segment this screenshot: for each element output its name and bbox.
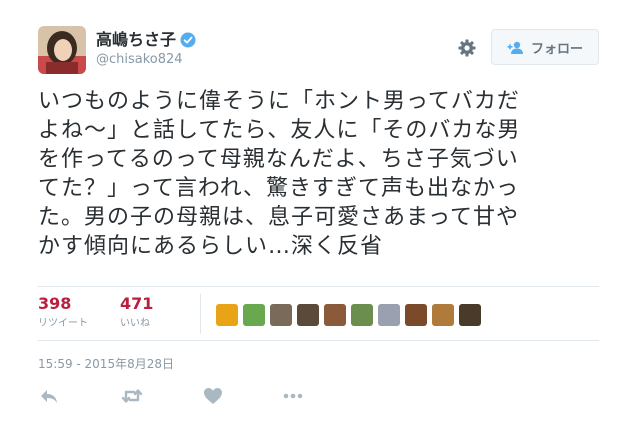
liker-avatar-1[interactable] [216, 304, 238, 326]
liker-avatar-2[interactable] [243, 304, 265, 326]
liker-avatar-3[interactable] [270, 304, 292, 326]
liker-avatars [216, 304, 486, 326]
retweet-stat[interactable]: 398 リツイート [38, 294, 88, 331]
display-name[interactable]: 高嶋ちさ子 [96, 30, 176, 50]
tweet-text-line: いつものように偉そうに「ホント男ってバカだ [38, 89, 520, 114]
follow-button-label: フォロー [530, 41, 583, 57]
retweet-icon[interactable] [120, 385, 143, 407]
liker-avatar-7[interactable] [378, 304, 400, 326]
like-label: いいね [120, 318, 150, 329]
liker-avatar-6[interactable] [351, 304, 373, 326]
user-avatar[interactable] [38, 26, 86, 74]
retweet-count: 398 [38, 294, 72, 313]
tweet-timestamp[interactable]: 15:59 - 2015年8月28日 [38, 355, 174, 372]
gear-icon[interactable] [457, 38, 477, 58]
tweet-text-line: よね〜」と話してたら、友人に「そのバカな男 [38, 118, 521, 143]
like-stat[interactable]: 471 いいね [120, 294, 153, 331]
divider [38, 340, 599, 341]
tweet-card: 高嶋ちさ子 @chisako824 フォロー いつものように偉そうに「ホント男っ… [0, 0, 638, 433]
tweet-text: いつものように偉そうに「ホント男ってバカだ よね〜」と話してたら、友人に「そのバ… [38, 87, 598, 261]
liker-avatar-8[interactable] [405, 304, 427, 326]
follow-user-icon [507, 40, 525, 54]
tweet-text-line: た。男の子の母親は、息子可愛さあまって甘や [38, 205, 520, 230]
liker-avatar-4[interactable] [297, 304, 319, 326]
like-count: 471 [120, 294, 154, 313]
tweet-text-line: を作ってるのって母親なんだよ、ちさ子気づい [38, 147, 519, 172]
stats-separator [200, 294, 201, 334]
verified-badge-icon [180, 32, 196, 48]
liker-avatar-5[interactable] [324, 304, 346, 326]
tweet-text-line: てた？」って言われ、驚きすぎて声も出なかっ [38, 176, 520, 201]
tweet-actions [38, 385, 338, 409]
tweet-header: 高嶋ちさ子 @chisako824 フォロー [38, 26, 600, 76]
user-name-block: 高嶋ちさ子 @chisako824 [96, 30, 196, 69]
liker-avatar-9[interactable] [432, 304, 454, 326]
divider [38, 286, 599, 287]
follow-button[interactable]: フォロー [491, 29, 599, 65]
heart-icon[interactable] [202, 385, 224, 407]
reply-icon[interactable] [38, 385, 60, 407]
retweet-label: リツイート [38, 318, 88, 329]
more-icon[interactable] [282, 385, 304, 407]
tweet-stats: 398 リツイート 471 いいね [38, 294, 600, 340]
tweet-text-line: かす傾向にあるらしい…深く反省 [38, 234, 384, 259]
liker-avatar-10[interactable] [459, 304, 481, 326]
user-handle[interactable]: @chisako824 [96, 51, 196, 69]
